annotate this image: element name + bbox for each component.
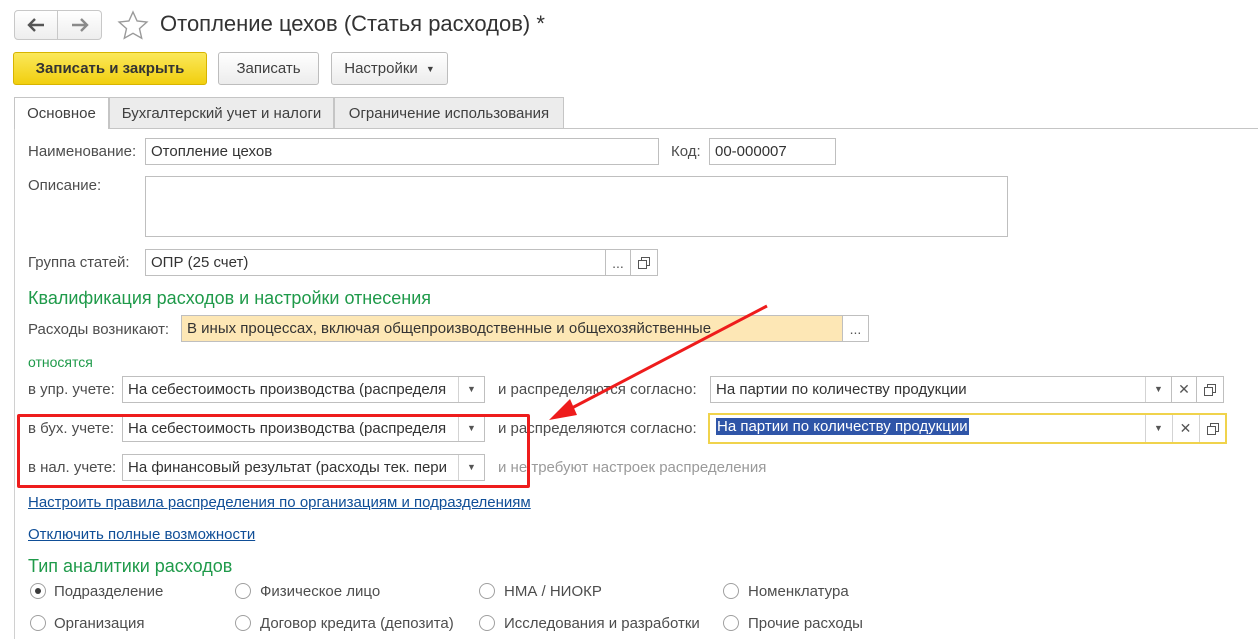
radio-nomenclature-label: Номенклатура (748, 583, 849, 600)
back-button[interactable] (14, 10, 58, 40)
book-dist-select[interactable]: На партии по количеству продукции ▼ ✕ (708, 413, 1227, 444)
tax-accounting-value: На финансовый результат (расходы тек. пе… (128, 459, 448, 476)
group-input[interactable]: ОПР (25 счет) (145, 249, 606, 276)
arise-input[interactable]: В иных процессах, включая общепроизводст… (181, 315, 843, 342)
arise-choose-button[interactable]: ... (842, 315, 869, 342)
mgmt-accounting-value: На себестоимость производства (распредел… (128, 381, 447, 398)
favorite-button[interactable] (117, 10, 149, 44)
description-textarea[interactable] (145, 176, 1008, 237)
group-open-button[interactable] (630, 249, 658, 276)
book-accounting-label: в бух. учете: (28, 420, 115, 437)
mgmt-dist-select[interactable]: На партии по количеству продукции ▼ (710, 376, 1172, 403)
book-dist-open-button[interactable] (1199, 415, 1225, 442)
name-label: Наименование: (28, 143, 137, 160)
arrow-left-icon (27, 18, 44, 32)
radio-individual-label: Физическое лицо (260, 583, 381, 600)
mgmt-accounting-select[interactable]: На себестоимость производства (распредел… (122, 376, 485, 403)
dropdown-arrow-icon[interactable]: ▼ (458, 455, 484, 480)
arrow-right-icon (71, 18, 89, 32)
save-button[interactable]: Записать (218, 52, 319, 85)
mgmt-dist-open-button[interactable] (1196, 376, 1224, 403)
radio-credit-contract-label: Договор кредита (депозита) (260, 615, 454, 632)
radio-intangible[interactable] (479, 583, 495, 599)
group-label: Группа статей: (28, 254, 130, 271)
close-icon: ✕ (1178, 381, 1190, 397)
radio-individual[interactable] (235, 583, 251, 599)
dropdown-arrow-icon: ▼ (425, 63, 435, 74)
dropdown-arrow-icon[interactable]: ▼ (458, 416, 484, 441)
radio-nomenclature[interactable] (723, 583, 739, 599)
dropdown-arrow-icon[interactable]: ▼ (458, 377, 484, 402)
tab-panel-border (14, 128, 15, 639)
tab-divider (14, 128, 1258, 129)
tab-usage-restrictions[interactable]: Ограничение использования (334, 97, 564, 128)
disable-full-features-link[interactable]: Отключить полные возможности (28, 526, 255, 543)
settings-button[interactable]: Настройки ▼ (331, 52, 448, 85)
radio-research[interactable] (479, 615, 495, 631)
code-label: Код: (671, 143, 701, 160)
mgmt-accounting-label: в упр. учете: (28, 381, 115, 398)
relate-label: относятся (28, 354, 93, 370)
close-icon[interactable]: ✕ (1172, 415, 1198, 442)
tab-accounting[interactable]: Бухгалтерский учет и налоги (109, 97, 334, 128)
star-icon (117, 10, 149, 40)
dropdown-arrow-icon[interactable]: ▼ (1145, 415, 1171, 442)
radio-organization-label: Организация (54, 615, 145, 632)
book-dist-value: На партии по количеству продукции (716, 418, 969, 435)
book-dist-label: и распределяются согласно: (498, 420, 697, 437)
save-and-close-button[interactable]: Записать и закрыть (13, 52, 207, 85)
radio-other-expenses[interactable] (723, 615, 739, 631)
radio-other-expenses-label: Прочие расходы (748, 615, 863, 632)
book-accounting-value: На себестоимость производства (распредел… (128, 420, 447, 437)
radio-research-label: Исследования и разработки (504, 615, 700, 632)
group-choose-button[interactable]: ... (605, 249, 631, 276)
settings-label: Настройки (344, 60, 418, 77)
radio-intangible-label: НМА / НИОКР (504, 583, 602, 600)
mgmt-dist-value: На партии по количеству продукции (716, 381, 967, 398)
arise-label: Расходы возникают: (28, 321, 170, 338)
open-icon (1206, 422, 1219, 435)
qualification-section-title: Квалификация расходов и настройки отнесе… (28, 288, 432, 308)
radio-department-label: Подразделение (54, 583, 164, 600)
radio-department[interactable] (30, 583, 46, 599)
code-input[interactable]: 00-000007 (709, 138, 836, 165)
radio-credit-contract[interactable] (235, 615, 251, 631)
mgmt-dist-label: и распределяются согласно: (498, 381, 697, 398)
radio-organization[interactable] (30, 615, 46, 631)
book-accounting-select[interactable]: На себестоимость производства (распредел… (122, 415, 485, 442)
tab-main[interactable]: Основное (14, 97, 109, 129)
open-icon (1204, 383, 1216, 396)
forward-button[interactable] (58, 10, 102, 40)
dropdown-arrow-icon[interactable]: ▼ (1145, 377, 1171, 402)
open-icon (638, 256, 650, 269)
name-input[interactable]: Отопление цехов (145, 138, 659, 165)
page-title: Отопление цехов (Статья расходов) * (160, 11, 545, 36)
mgmt-dist-clear-button[interactable]: ✕ (1171, 376, 1197, 403)
description-label: Описание: (28, 177, 102, 194)
tax-accounting-label: в нал. учете: (28, 459, 117, 476)
tax-dist-note: и не требуют настроек распределения (498, 459, 767, 476)
distribution-rules-link[interactable]: Настроить правила распределения по орган… (28, 494, 531, 511)
analytics-section-title: Тип аналитики расходов (28, 556, 233, 576)
tax-accounting-select[interactable]: На финансовый результат (расходы тек. пе… (122, 454, 485, 481)
